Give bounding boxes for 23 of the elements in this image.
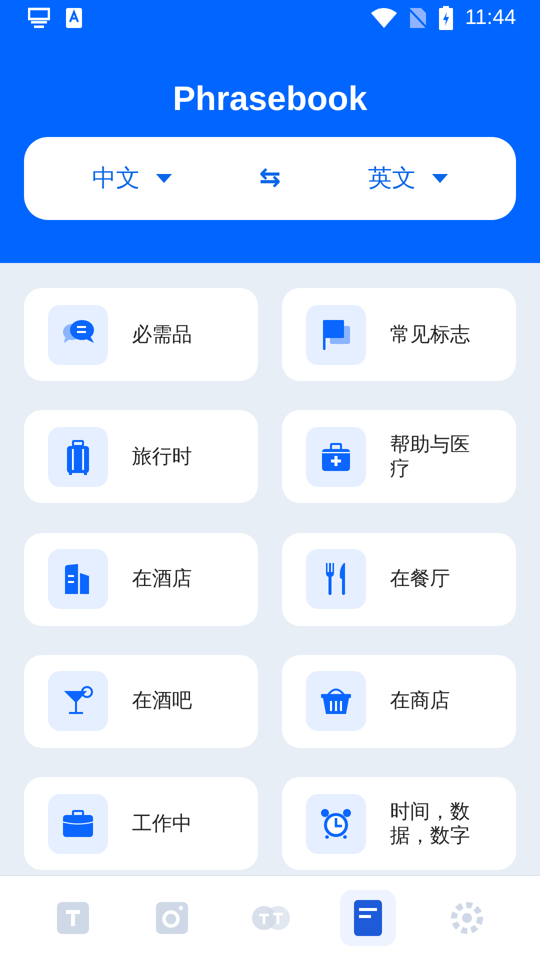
source-language-dropdown[interactable]: 中文 [24,160,240,196]
category-card[interactable]: 必需品 [24,288,258,381]
target-language-dropdown[interactable]: 英文 [300,160,516,196]
wifi-icon [371,8,397,28]
caret-icon [156,174,172,183]
category-card[interactable]: 在酒吧 [24,654,258,748]
category-card[interactable]: 在餐厅 [282,532,516,626]
nav-tab[interactable] [340,890,396,946]
no-sim-icon [409,7,427,29]
category-card[interactable]: 帮助与医疗 [282,410,516,504]
swap-button[interactable]: ⇆ [240,159,300,198]
category-card[interactable]: 常见标志 [282,288,516,381]
keyboard-icon [66,8,82,28]
app-title: Phrasebook [172,79,368,119]
category-card[interactable]: 在商店 [282,654,516,748]
category-card[interactable]: 在酒店 [24,532,258,626]
category-card[interactable]: 时间，数据，数字 [282,777,516,870]
status-time: 11:44 [465,5,516,32]
category-card[interactable]: 工作中 [24,777,258,870]
caret-icon [432,174,448,183]
category-card[interactable]: 旅行时 [24,410,258,504]
battery-icon [439,6,453,30]
monitor-icon [28,7,50,29]
